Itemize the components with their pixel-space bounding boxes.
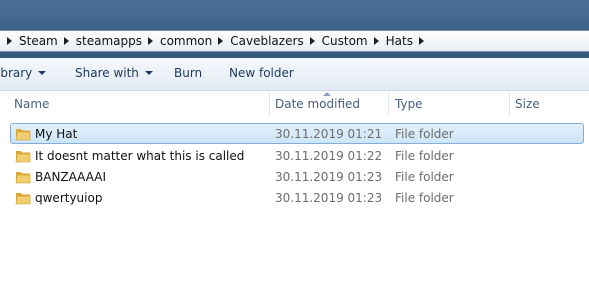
column-header-size[interactable]: Size <box>515 97 540 111</box>
chevron-right-icon[interactable] <box>7 37 12 45</box>
column-header-name[interactable]: Name <box>14 97 49 111</box>
column-divider[interactable] <box>269 92 270 116</box>
folder-icon <box>15 129 31 141</box>
breadcrumb-item-custom[interactable]: Custom <box>304 31 368 51</box>
command-toolbar: ibrary Share with Burn New folder <box>0 58 589 91</box>
breadcrumb-item-hats[interactable]: Hats <box>368 31 431 51</box>
folder-icon <box>15 151 31 163</box>
include-in-library-button[interactable]: ibrary <box>0 66 47 80</box>
column-divider[interactable] <box>509 92 510 116</box>
chevron-right-icon[interactable] <box>418 37 424 45</box>
chevron-right-icon[interactable] <box>373 37 379 45</box>
chevron-down-icon <box>144 71 153 75</box>
breadcrumb-item-common[interactable]: common <box>142 31 212 51</box>
breadcrumb-label[interactable]: common <box>160 34 212 48</box>
chevron-right-icon[interactable] <box>147 37 153 45</box>
breadcrumb-label[interactable]: steamapps <box>76 34 142 48</box>
breadcrumb-item-steamapps[interactable]: steamapps <box>58 31 142 51</box>
burn-button[interactable]: Burn <box>174 66 202 80</box>
file-row[interactable]: BANZAAAAI 30.11.2019 01:23 File folder <box>10 166 584 187</box>
file-name: BANZAAAAI <box>35 170 107 184</box>
column-divider[interactable] <box>388 92 389 116</box>
chevron-right-icon[interactable] <box>309 37 315 45</box>
column-headers: Name Date modified Type Size <box>0 92 589 117</box>
new-folder-label: New folder <box>229 66 294 80</box>
share-with-button[interactable]: Share with <box>75 66 153 80</box>
file-date: 30.11.2019 01:23 <box>275 191 383 205</box>
breadcrumb-label[interactable]: Custom <box>322 34 368 48</box>
breadcrumb-label[interactable]: Steam <box>19 34 58 48</box>
address-bar-frame: Steam steamapps common Caveblazers Custo… <box>0 0 589 58</box>
column-header-type[interactable]: Type <box>395 97 423 111</box>
chevron-right-icon[interactable] <box>63 37 69 45</box>
breadcrumb-label[interactable]: Hats <box>386 34 413 48</box>
column-header-date[interactable]: Date modified <box>275 97 360 111</box>
file-type: File folder <box>395 149 454 163</box>
new-folder-button[interactable]: New folder <box>229 66 294 80</box>
folder-icon <box>15 193 31 205</box>
sort-ascending-icon <box>323 92 331 96</box>
file-type: File folder <box>395 191 454 205</box>
share-with-label: Share with <box>75 66 139 80</box>
file-row[interactable]: qwertyuiop 30.11.2019 01:23 File folder <box>10 187 584 208</box>
file-date: 30.11.2019 01:23 <box>275 170 383 184</box>
file-type: File folder <box>395 127 454 141</box>
chevron-right-icon[interactable] <box>218 37 224 45</box>
folder-icon <box>15 172 31 184</box>
breadcrumb-label[interactable]: Caveblazers <box>230 34 303 48</box>
file-date: 30.11.2019 01:21 <box>275 127 383 141</box>
file-name: My Hat <box>35 127 78 141</box>
file-date: 30.11.2019 01:22 <box>275 149 383 163</box>
file-name: It doesnt matter what this is called <box>35 149 245 163</box>
burn-label: Burn <box>174 66 203 80</box>
chevron-down-icon <box>38 71 47 75</box>
breadcrumb-item-caveblazers[interactable]: Caveblazers <box>212 31 304 51</box>
library-label: ibrary <box>0 66 33 80</box>
breadcrumb-item-steam[interactable]: Steam <box>0 31 58 51</box>
breadcrumb[interactable]: Steam steamapps common Caveblazers Custo… <box>0 30 589 52</box>
file-row[interactable]: My Hat 30.11.2019 01:21 File folder <box>10 123 584 144</box>
file-name: qwertyuiop <box>35 191 103 205</box>
file-type: File folder <box>395 170 454 184</box>
file-row[interactable]: It doesnt matter what this is called 30.… <box>10 145 584 166</box>
